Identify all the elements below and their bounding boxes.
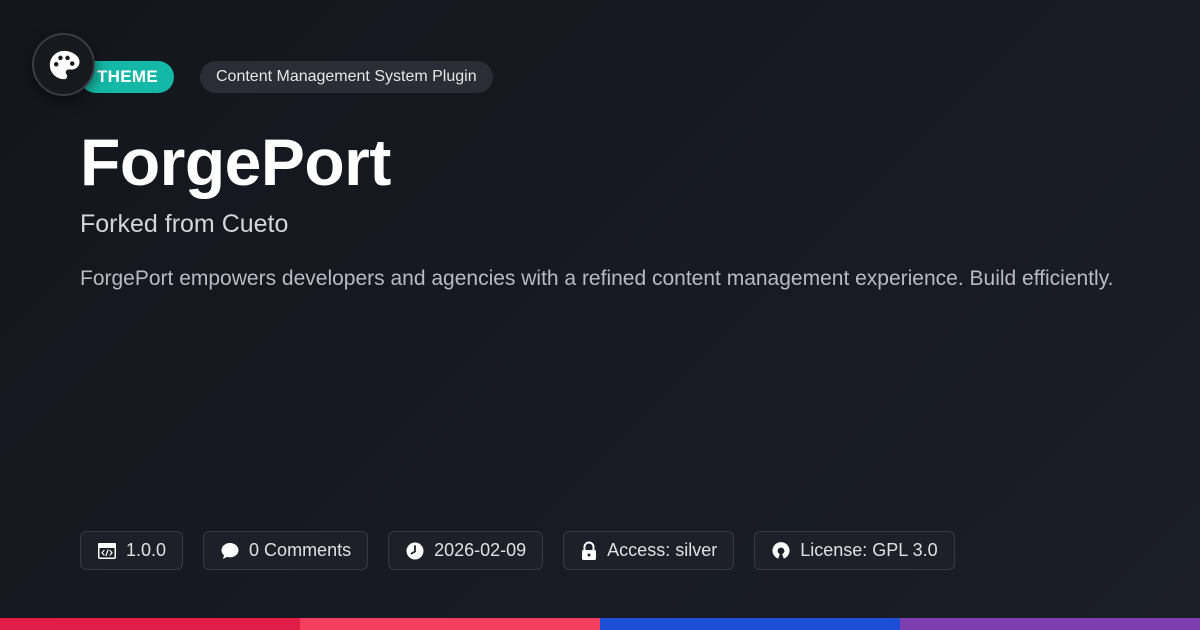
license-label: License: GPL 3.0 (800, 540, 938, 560)
palette-icon (49, 50, 80, 79)
date-label: 2026-02-09 (434, 540, 527, 560)
page-title: ForgePort (80, 125, 391, 199)
license-chip: License: GPL 3.0 (754, 531, 955, 570)
color-bar-segment (600, 618, 900, 630)
forked-from-subtitle: Forked from Cueto (80, 210, 289, 238)
access-label: Access: silver (607, 540, 718, 560)
version-chip: 1.0.0 (80, 531, 184, 570)
lock-icon (582, 541, 597, 560)
color-bar-segment (300, 618, 600, 630)
clock-icon (406, 542, 424, 559)
comment-icon (221, 542, 239, 559)
description: ForgePort empowers developers and agenci… (80, 267, 1114, 290)
comments-chip[interactable]: 0 Comments (203, 531, 369, 570)
color-bar (0, 618, 1200, 630)
date-chip: 2026-02-09 (388, 531, 544, 570)
open-source-icon (772, 541, 790, 559)
meta-row: 1.0.0 0 Comments 2026-02-09 Access: silv… (80, 531, 955, 570)
category-badge[interactable]: Content Management System Plugin (200, 61, 493, 93)
logo (32, 33, 95, 96)
access-chip: Access: silver (563, 531, 735, 570)
version-label: 1.0.0 (126, 540, 167, 560)
comments-label: 0 Comments (249, 540, 352, 560)
color-bar-segment (0, 618, 300, 630)
color-bar-segment (900, 618, 1200, 630)
code-window-icon (98, 542, 116, 559)
